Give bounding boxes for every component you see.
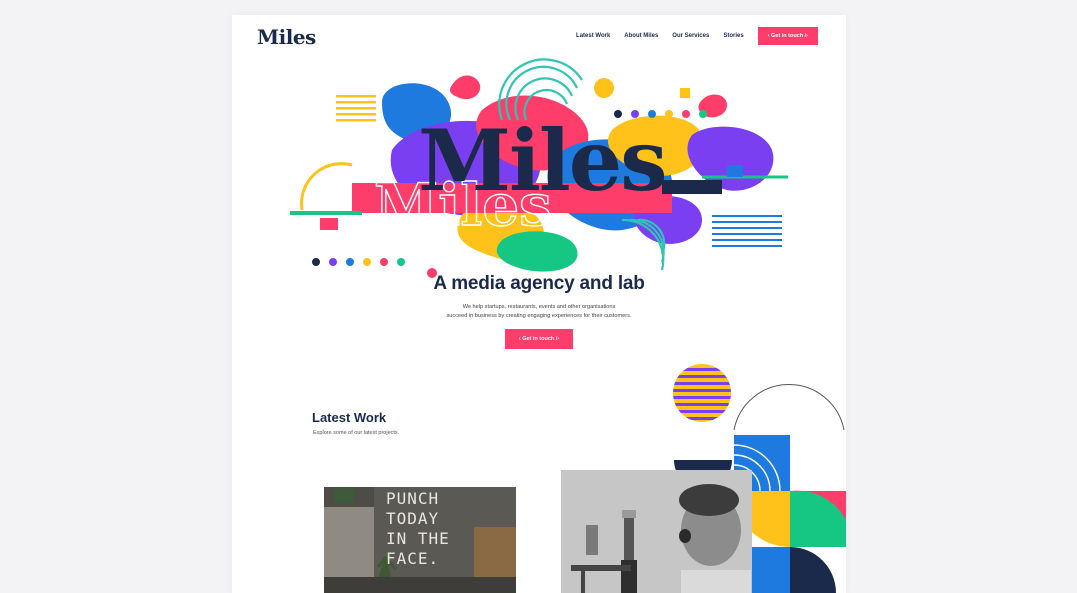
hero-illustration: Miles Miles <box>290 58 788 278</box>
punch-line-2: TODAY <box>386 509 440 528</box>
punch-line-4: FACE. <box>386 549 440 568</box>
punch-wall-text: PUNCH TODAY IN THE FACE. <box>386 489 450 569</box>
latest-work-subtitle: Explore some of our latest projects. <box>313 430 400 436</box>
nav-about-miles[interactable]: About Miles <box>624 33 658 39</box>
stripes-right-decoration <box>712 215 782 247</box>
project-thumbnail-microphone[interactable] <box>561 470 752 593</box>
stripes-left-decoration <box>336 95 376 122</box>
nav-latest-work[interactable]: Latest Work <box>576 33 610 39</box>
latest-work-title: Latest Work <box>312 410 387 425</box>
nav-our-services[interactable]: Our Services <box>672 33 709 39</box>
hero-tagline: A media agency and lab <box>433 273 645 294</box>
punch-line-3: IN THE <box>386 529 450 548</box>
hero-get-in-touch-button[interactable]: ‹ Get in touch /› <box>505 329 573 349</box>
landing-page: Miles Latest Work About Miles Our Servic… <box>232 15 846 593</box>
project-thumbnail-punch[interactable]: PUNCH TODAY IN THE FACE. <box>324 487 516 593</box>
hero-description-line-2: succeed in business by creating engaging… <box>446 313 632 319</box>
punch-line-1: PUNCH <box>386 489 440 508</box>
singer-photo <box>561 470 752 593</box>
hero-title: Miles <box>418 111 666 210</box>
nav-stories[interactable]: Stories <box>723 33 743 39</box>
hero-description-line-1: We help startups, restaurants, events an… <box>462 304 616 310</box>
hero-description: We help startups, restaurants, events an… <box>232 303 846 321</box>
navy-bar <box>662 180 722 194</box>
